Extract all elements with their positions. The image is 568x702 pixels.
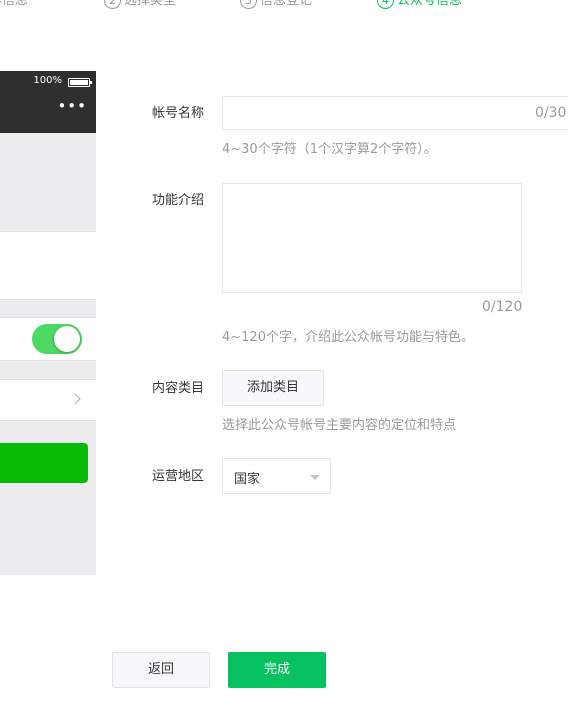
step-1-label: 基本信息 <box>0 0 29 8</box>
caret-down-icon <box>310 475 320 480</box>
step-4-label: 公众号信息 <box>397 0 463 8</box>
preview-toggle-switch <box>32 324 82 354</box>
step-3-label: 信息登记 <box>260 0 313 8</box>
account-name-label: 帐号名称 <box>152 106 205 121</box>
preview-follow-button <box>0 443 88 483</box>
done-button[interactable]: 完成 <box>228 652 326 688</box>
stepper: 基本信息 2选择类型 3信息登记 4公众号信息 <box>0 0 568 11</box>
step-1: 基本信息 <box>0 0 28 8</box>
step-2-number: 2 <box>104 0 121 9</box>
preview-divider <box>0 360 96 361</box>
account-name-input[interactable] <box>222 96 568 130</box>
account-name-hint: 4~30个字符（1个汉字算2个字符）。 <box>222 142 437 157</box>
battery-icon <box>68 78 92 87</box>
intro-textarea[interactable] <box>222 183 522 293</box>
phone-status-bar: 100% ••• <box>0 71 96 133</box>
step-2-label: 选择类型 <box>124 0 177 8</box>
add-category-button[interactable]: 添加类目 <box>222 370 324 406</box>
region-select[interactable]: 国家 <box>222 458 331 494</box>
preview-profile-block <box>0 232 96 299</box>
battery-percent: 100% <box>33 75 62 86</box>
category-hint: 选择此公众号帐号主要内容的定位和特点 <box>222 418 457 433</box>
intro-counter: 0/120 <box>482 299 523 315</box>
region-selected-value: 国家 <box>234 472 261 487</box>
step-3: 3 信息登记 <box>240 0 312 9</box>
toggle-knob <box>54 326 80 352</box>
preview-link-row <box>0 380 96 420</box>
step-3-number: 3 <box>240 0 257 9</box>
step-4: 4 公众号信息 <box>377 0 462 9</box>
preview-divider <box>0 299 96 300</box>
more-dots-icon: ••• <box>57 97 87 115</box>
phone-preview: 100% ••• <box>0 71 96 575</box>
intro-hint: 4~120个字，介绍此公众帐号功能与特色。 <box>222 330 474 345</box>
step-2: 2 选择类型 <box>104 0 176 9</box>
intro-label: 功能介绍 <box>152 193 205 208</box>
region-label: 运营地区 <box>152 469 205 484</box>
account-name-counter: 0/30 <box>535 105 567 121</box>
back-button[interactable]: 返回 <box>112 652 210 688</box>
preview-divider <box>0 420 96 421</box>
category-label: 内容类目 <box>152 381 205 396</box>
step-4-number: 4 <box>377 0 394 9</box>
